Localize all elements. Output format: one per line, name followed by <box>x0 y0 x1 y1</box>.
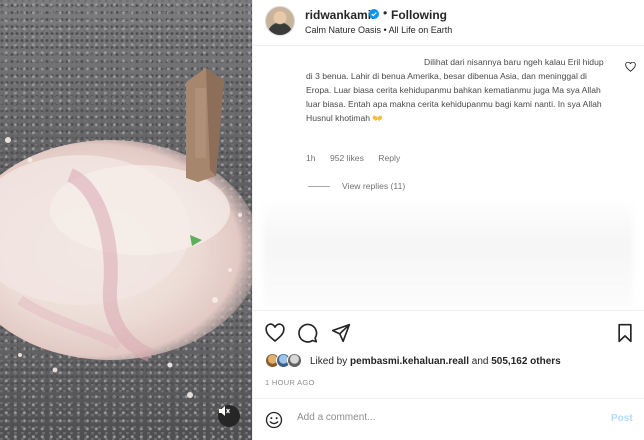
comment-input[interactable] <box>297 412 597 423</box>
speaker-muted-icon <box>219 406 230 416</box>
author-avatar[interactable] <box>265 6 295 36</box>
liker-avatar[interactable] <box>287 353 302 368</box>
replies-divider <box>308 186 330 188</box>
comment-meta: 1h 952 likes Reply <box>306 153 412 163</box>
verified-badge-icon <box>369 9 379 19</box>
blurred-comments <box>263 197 633 307</box>
post-photo <box>0 0 252 440</box>
view-replies-label: View replies (11) <box>342 181 406 191</box>
post-header: ridwankamil • Following Calm Nature Oasi… <box>253 0 644 46</box>
author-username[interactable]: ridwankamil <box>305 8 374 22</box>
likes-and: and <box>471 356 489 367</box>
audio-attribution[interactable]: Calm Nature Oasis • All Life on Earth <box>305 25 452 35</box>
following-button[interactable]: Following <box>391 8 447 22</box>
grave-illustration <box>0 68 252 398</box>
post-side-panel: ridwankamil • Following Calm Nature Oasi… <box>252 0 644 440</box>
likes-summary: Liked by pembasmi.kehaluan.reall and 505… <box>265 352 644 370</box>
emoji-smile-icon[interactable] <box>265 411 283 429</box>
post-timestamp[interactable]: 1 HOUR AGO <box>265 378 315 387</box>
comments-section: Dilihat dari nisannya baru ngeh kalau Er… <box>253 47 644 309</box>
view-replies-button[interactable]: View replies (11) <box>308 181 405 191</box>
mute-button[interactable] <box>218 405 240 427</box>
liker-avatars <box>265 352 305 368</box>
comment-time: 1h <box>306 153 316 163</box>
add-comment-bar: Post <box>253 398 644 440</box>
liker-username[interactable]: pembasmi.kehaluan.reall <box>350 356 469 367</box>
post-comment-button[interactable]: Post <box>611 413 633 424</box>
comment-body: Dilihat dari nisannya baru ngeh kalau Er… <box>306 56 606 126</box>
comment-likes[interactable]: 952 likes <box>330 153 364 163</box>
likes-others-count[interactable]: 505,162 others <box>491 356 561 367</box>
liked-by-prefix: Liked by <box>310 356 348 367</box>
comment-like-heart-icon[interactable] <box>625 62 636 72</box>
comment-bubble-icon[interactable] <box>298 323 318 343</box>
bookmark-icon[interactable] <box>615 323 635 343</box>
header-separator: • <box>383 6 388 20</box>
heart-icon[interactable] <box>265 323 285 343</box>
paper-plane-icon[interactable] <box>331 323 351 343</box>
comment-text: Dilihat dari nisannya baru ngeh kalau Er… <box>306 57 604 123</box>
post-actions <box>253 310 644 350</box>
likes-text: Liked by pembasmi.kehaluan.reall and 505… <box>310 356 561 367</box>
reply-button[interactable]: Reply <box>378 153 400 163</box>
